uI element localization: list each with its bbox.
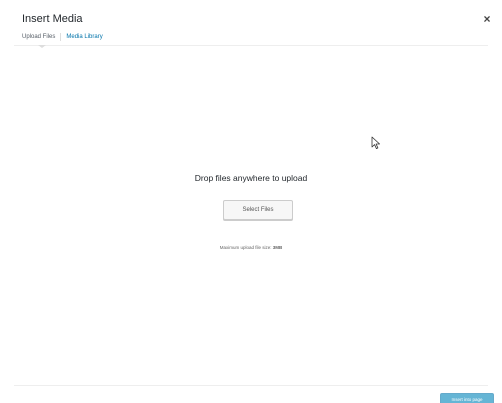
close-button[interactable]: × — [480, 12, 494, 26]
tab-upload-files[interactable]: Upload Files — [22, 32, 55, 42]
media-router-tabs: Upload Files Media Library — [22, 31, 103, 43]
max-upload-size-value: 3MB — [272, 245, 283, 250]
drop-instructions: Drop files anywhere to upload — [194, 173, 308, 183]
footer-divider — [14, 385, 488, 386]
close-icon: × — [483, 12, 491, 26]
modal-title: Insert Media — [22, 13, 83, 25]
tab-separator — [60, 33, 62, 41]
insert-into-page-button[interactable]: Insert into page — [440, 393, 494, 403]
header-divider — [14, 45, 488, 46]
insert-media-modal: Insert Media × Upload Files Media Librar… — [0, 0, 502, 403]
select-files-button[interactable]: Select Files — [223, 200, 293, 220]
max-upload-size: Maximum upload file size: 3MB — [0, 244, 502, 252]
active-tab-indicator — [38, 45, 46, 48]
tab-media-library[interactable]: Media Library — [66, 32, 102, 42]
mouse-pointer-icon — [371, 136, 380, 149]
max-upload-size-label: Maximum upload file size: — [219, 245, 272, 250]
